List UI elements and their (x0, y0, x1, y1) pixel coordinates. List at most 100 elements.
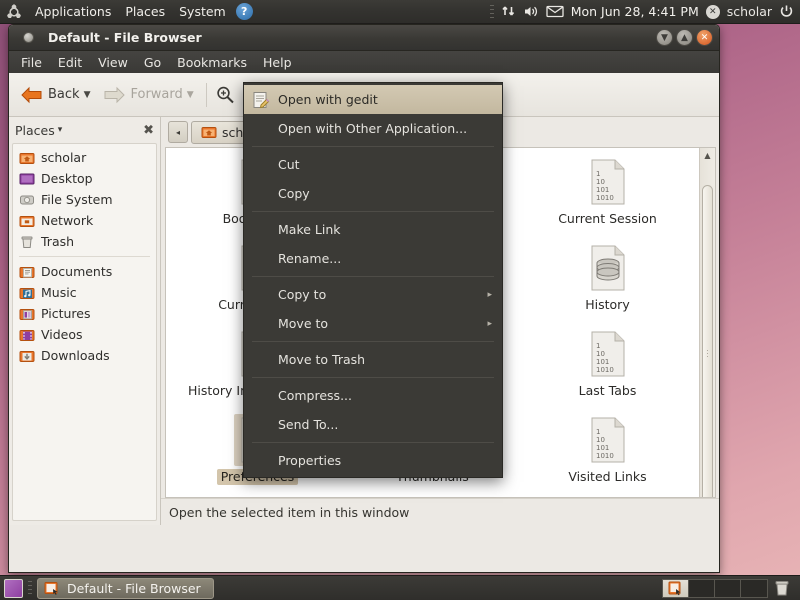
volume-icon[interactable] (523, 4, 539, 19)
network-icon[interactable] (501, 4, 516, 19)
context-menu-item-move-to[interactable]: Move to ▸ (244, 309, 502, 338)
sidebar-item-file-system[interactable]: File System (13, 189, 156, 210)
workspace-4[interactable] (741, 579, 767, 597)
trash-icon (19, 234, 35, 250)
panel-menu-system[interactable]: System (172, 1, 233, 22)
sidebar-item-label: Music (41, 285, 77, 300)
minimize-button[interactable]: ▼ (656, 29, 673, 46)
forward-button[interactable]: Forward ▼ (98, 83, 197, 107)
context-menu-item-send-to[interactable]: Send To... (244, 410, 502, 439)
bottom-panel: Default - File Browser (0, 575, 800, 600)
downloads-folder-icon (19, 348, 35, 364)
context-menu-item-compress[interactable]: Compress... (244, 381, 502, 410)
file-item-current-session[interactable]: 1 10 101 1010 Current Session (520, 156, 695, 242)
taskbar-item-file-browser[interactable]: Default - File Browser (37, 577, 214, 599)
pictures-folder-icon (19, 306, 35, 322)
binary-file-icon: 1101011010 (584, 414, 632, 466)
file-browser-icon (44, 580, 60, 596)
menu-help[interactable]: Help (255, 52, 300, 73)
power-icon[interactable] (779, 4, 794, 19)
panel-username[interactable]: scholar (727, 4, 772, 19)
sidebar-item-scholar[interactable]: scholar (13, 147, 156, 168)
svg-text:1010: 1010 (596, 366, 614, 374)
documents-folder-icon (19, 264, 35, 280)
vertical-scrollbar[interactable]: ▲ ▼ (699, 148, 715, 497)
context-menu-item-open-with-other-application[interactable]: Open with Other Application... (244, 114, 502, 143)
svg-text:10: 10 (596, 178, 605, 186)
file-item-label: Current Session (558, 211, 657, 226)
file-item-last-tabs[interactable]: 1 10 101 1010 Last Tabs (520, 328, 695, 414)
trash-icon[interactable] (774, 579, 790, 597)
context-menu-item-properties[interactable]: Properties (244, 446, 502, 475)
context-menu-item-copy-to[interactable]: Copy to ▸ (244, 280, 502, 309)
context-menu-separator (252, 341, 494, 342)
context-menu-item-label: Compress... (278, 388, 352, 403)
window-controls: ▼ ▲ ✕ (656, 29, 713, 46)
menu-file[interactable]: File (13, 52, 50, 73)
places-chevron-down-icon[interactable]: ▾ (58, 125, 63, 135)
window-titlebar[interactable]: Default - File Browser ▼ ▲ ✕ (9, 25, 719, 51)
places-header[interactable]: Places ▾ ✖ (9, 117, 160, 143)
context-menu-item-open-with-gedit[interactable]: Open with gedit (244, 85, 502, 114)
panel-menu-places[interactable]: Places (118, 1, 172, 22)
sidebar-item-trash[interactable]: Trash (13, 231, 156, 252)
workspace-3[interactable] (715, 579, 741, 597)
sidebar-item-music[interactable]: Music (13, 282, 156, 303)
binary-file-icon: 1101011010 (584, 328, 632, 380)
scrollbar-thumb[interactable] (702, 185, 713, 497)
menu-edit[interactable]: Edit (50, 52, 90, 73)
context-menu-item-cut[interactable]: Cut (244, 150, 502, 179)
forward-label: Forward (130, 87, 183, 102)
sidebar-item-label: Network (41, 213, 94, 228)
menu-go[interactable]: Go (136, 52, 169, 73)
mail-icon[interactable] (546, 5, 564, 18)
context-menu-item-label: Properties (278, 453, 342, 468)
context-menu-item-make-link[interactable]: Make Link (244, 215, 502, 244)
places-list: scholar Desktop File System Network Tras… (12, 143, 157, 521)
close-sidebar-icon[interactable]: ✖ (143, 123, 154, 138)
back-button[interactable]: Back ▼ (16, 83, 94, 107)
sidebar-item-downloads[interactable]: Downloads (13, 345, 156, 366)
file-item-visited-links[interactable]: 1 10 101 1010 Visited Links (520, 414, 695, 497)
workspace-1[interactable] (663, 579, 689, 597)
forward-arrow-icon (102, 86, 126, 104)
svg-text:101: 101 (596, 444, 609, 452)
panel-clock[interactable]: Mon Jun 28, 4:41 PM (571, 4, 699, 19)
show-desktop-icon[interactable] (4, 578, 23, 598)
context-menu-separator (252, 146, 494, 147)
context-menu-item-copy[interactable]: Copy (244, 179, 502, 208)
back-chevron-down-icon[interactable]: ▼ (84, 90, 91, 100)
menu-view[interactable]: View (90, 52, 136, 73)
sidebar-item-documents[interactable]: Documents (13, 261, 156, 282)
sidebar-item-network[interactable]: Network (13, 210, 156, 231)
scrollbar-track[interactable] (700, 163, 715, 497)
maximize-button[interactable]: ▲ (676, 29, 693, 46)
menu-bookmarks[interactable]: Bookmarks (169, 52, 255, 73)
context-menu: Open with gedit Open with Other Applicat… (243, 82, 503, 478)
panel-menu-applications[interactable]: Applications (28, 1, 118, 22)
svg-text:101: 101 (596, 358, 609, 366)
sidebar-item-videos[interactable]: Videos (13, 324, 156, 345)
ubuntu-logo-icon[interactable] (6, 3, 22, 20)
context-menu-item-rename[interactable]: Rename... (244, 244, 502, 273)
zoom-icon[interactable] (215, 85, 235, 105)
workspace-2[interactable] (689, 579, 715, 597)
svg-text:101: 101 (596, 186, 609, 194)
places-sidebar: Places ▾ ✖ scholar Desktop File System N… (9, 117, 161, 525)
breadcrumb-prev-button[interactable]: ◂ (168, 121, 188, 143)
top-panel: Applications Places System ? Mon Jun 28,… (0, 0, 800, 24)
svg-text:10: 10 (596, 350, 605, 358)
forward-chevron-down-icon[interactable]: ▼ (187, 90, 194, 100)
context-menu-item-label: Send To... (278, 417, 339, 432)
help-icon[interactable]: ? (235, 3, 253, 20)
context-menu-item-move-to-trash[interactable]: Move to Trash (244, 345, 502, 374)
file-item-history[interactable]: History (520, 242, 695, 328)
close-button[interactable]: ✕ (696, 29, 713, 46)
sidebar-item-pictures[interactable]: Pictures (13, 303, 156, 324)
sidebar-item-desktop[interactable]: Desktop (13, 168, 156, 189)
back-label: Back (48, 87, 80, 102)
user-status-icon[interactable]: ✕ (705, 4, 720, 19)
context-menu-separator (252, 211, 494, 212)
scroll-up-icon[interactable]: ▲ (704, 148, 710, 163)
workspace-switcher[interactable] (662, 578, 768, 598)
